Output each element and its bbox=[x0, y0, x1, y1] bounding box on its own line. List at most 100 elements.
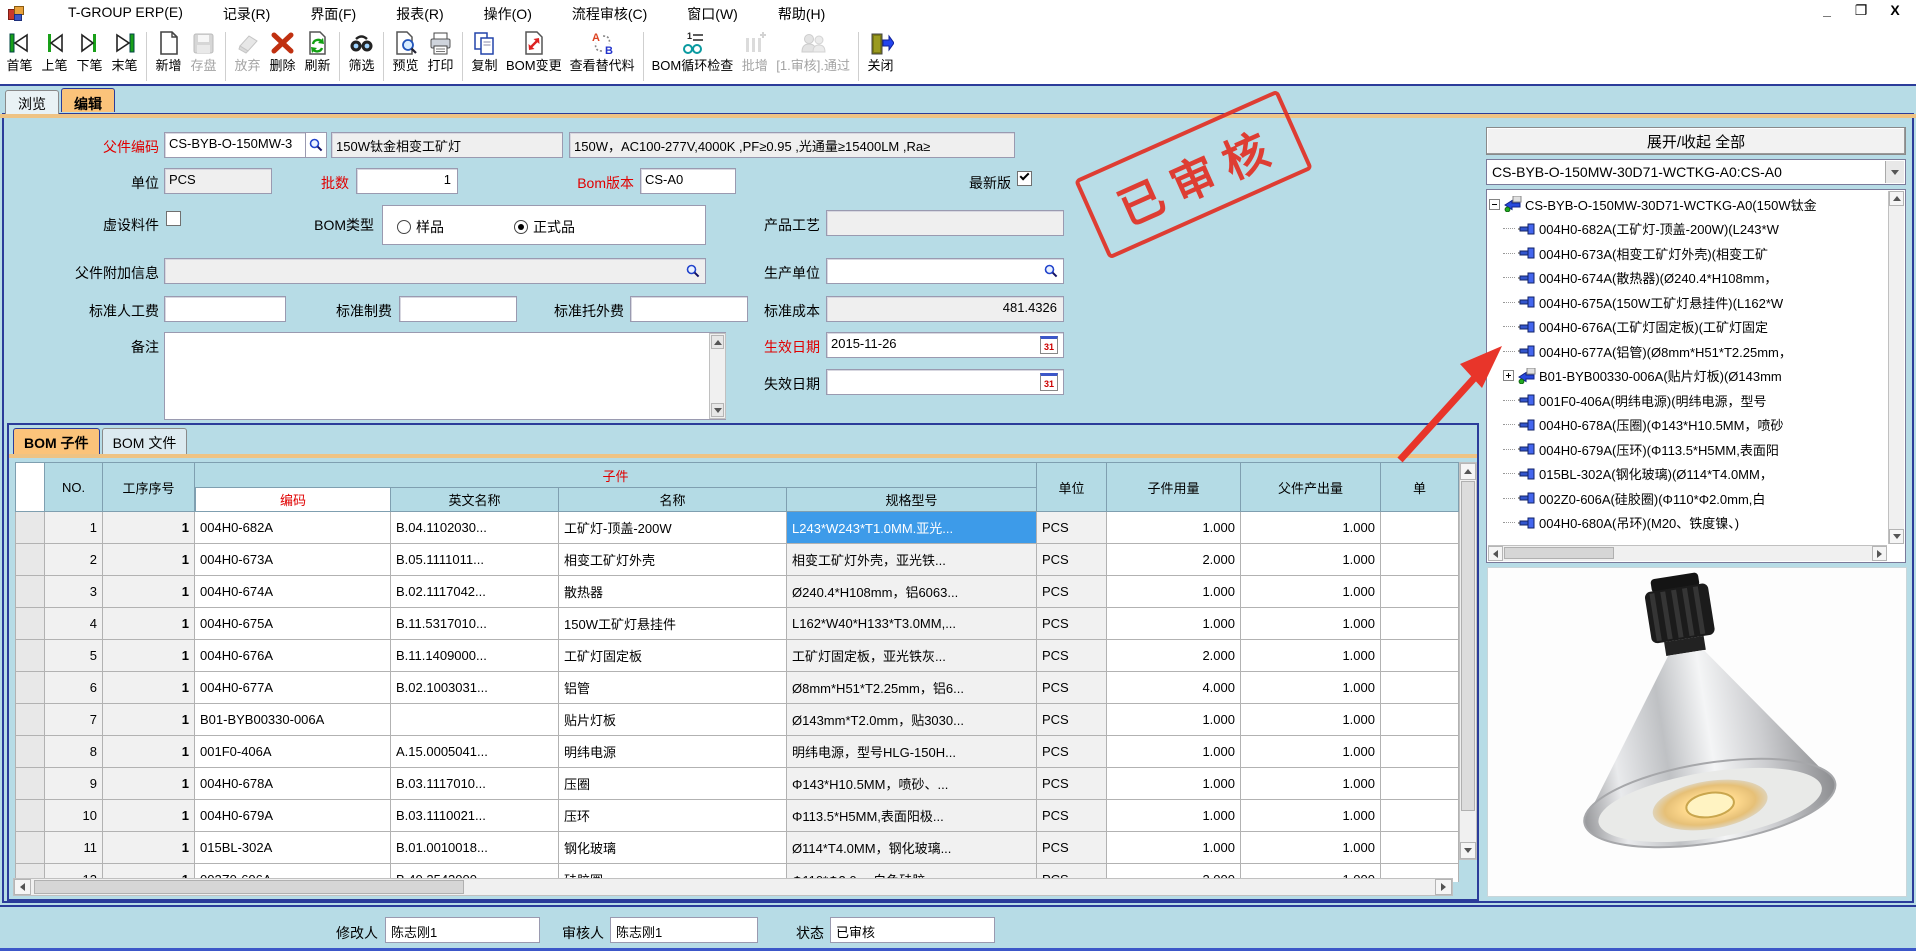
cell-out[interactable]: 1.000 bbox=[1241, 512, 1381, 544]
cell-seq[interactable]: 1 bbox=[103, 672, 195, 704]
cell-name[interactable]: 明纬电源 bbox=[559, 736, 787, 768]
cell-code[interactable]: 004H0-673A bbox=[195, 544, 391, 576]
column-header[interactable]: 单位 bbox=[1037, 462, 1107, 512]
cell-spec[interactable]: Φ143*H10.5MM，喷砂、... bbox=[787, 768, 1037, 800]
toolbar-button-print[interactable]: 打印 bbox=[423, 29, 458, 84]
cell-extra[interactable] bbox=[1381, 704, 1459, 736]
menu-item-2[interactable]: 界面(F) bbox=[290, 0, 376, 28]
cell-qty[interactable]: 4.000 bbox=[1107, 672, 1241, 704]
cell-out[interactable]: 1.000 bbox=[1241, 608, 1381, 640]
cell-sel[interactable] bbox=[15, 608, 45, 640]
cell-out[interactable]: 1.000 bbox=[1241, 576, 1381, 608]
cell-unit[interactable]: PCS bbox=[1037, 736, 1107, 768]
cell-en[interactable]: B.03.1110021... bbox=[391, 800, 559, 832]
batch-field[interactable]: 1 bbox=[356, 168, 458, 194]
cell-seq[interactable]: 1 bbox=[103, 544, 195, 576]
cell-extra[interactable] bbox=[1381, 832, 1459, 864]
cell-no[interactable]: 8 bbox=[45, 736, 103, 768]
tree-item[interactable]: 002Z0-606A(硅胶圈)(Φ110*Φ2.0mm,白 bbox=[1489, 486, 1887, 511]
cell-unit[interactable]: PCS bbox=[1037, 704, 1107, 736]
table-horizontal-scrollbar[interactable] bbox=[13, 878, 1453, 896]
tree-horizontal-scrollbar[interactable] bbox=[1488, 545, 1887, 561]
scroll-left-icon[interactable] bbox=[14, 879, 31, 895]
toolbar-button-prev-record[interactable]: 上笔 bbox=[37, 29, 72, 84]
cell-seq[interactable]: 1 bbox=[103, 704, 195, 736]
cell-no[interactable]: 7 bbox=[45, 704, 103, 736]
parent-extra-search-button[interactable] bbox=[682, 260, 704, 282]
tree-item[interactable]: 004H0-674A(散热器)(Ø240.4*H108mm， bbox=[1489, 266, 1887, 291]
cell-no[interactable]: 10 bbox=[45, 800, 103, 832]
cell-spec[interactable]: Ø143mm*T2.0mm，贴3030... bbox=[787, 704, 1037, 736]
cell-no[interactable]: 4 bbox=[45, 608, 103, 640]
scrollbar-thumb[interactable] bbox=[34, 880, 464, 894]
toolbar-button-delete[interactable]: 删除 bbox=[265, 29, 300, 84]
tree-item[interactable]: B01-BYB00330-006A(贴片灯板)(Ø143mm bbox=[1489, 364, 1887, 389]
cell-en[interactable]: B.02.1117042... bbox=[391, 576, 559, 608]
column-header[interactable]: 名称 bbox=[559, 487, 787, 512]
toolbar-button-bom-change[interactable]: BOM变更 bbox=[502, 29, 566, 84]
cell-name[interactable]: 压圈 bbox=[559, 768, 787, 800]
scroll-down-icon[interactable] bbox=[1889, 529, 1904, 544]
scroll-up-icon[interactable] bbox=[1889, 191, 1904, 206]
cell-name[interactable]: 钢化玻璃 bbox=[559, 832, 787, 864]
cell-unit[interactable]: PCS bbox=[1037, 832, 1107, 864]
tree-item[interactable]: 001F0-406A(明纬电源)(明纬电源，型号 bbox=[1489, 388, 1887, 413]
view-tab-inactive[interactable]: 浏览 bbox=[5, 90, 59, 114]
cell-sel[interactable] bbox=[15, 768, 45, 800]
cell-sel[interactable] bbox=[15, 544, 45, 576]
menu-item-0[interactable]: T-GROUP ERP(E) bbox=[48, 0, 203, 28]
tree-item[interactable]: 004H0-682A(工矿灯-顶盖-200W)(L243*W bbox=[1489, 217, 1887, 242]
cell-qty[interactable]: 2.000 bbox=[1107, 640, 1241, 672]
cell-sel[interactable] bbox=[15, 832, 45, 864]
cell-extra[interactable] bbox=[1381, 512, 1459, 544]
cell-en[interactable]: B.02.1003031... bbox=[391, 672, 559, 704]
effective-date-field[interactable]: 2015-11-26 bbox=[826, 332, 1064, 358]
cell-en[interactable]: B.03.1117010... bbox=[391, 768, 559, 800]
cell-code[interactable]: 004H0-682A bbox=[195, 512, 391, 544]
menu-item-4[interactable]: 操作(O) bbox=[464, 0, 552, 28]
scroll-up-icon[interactable] bbox=[1460, 463, 1476, 480]
cell-code[interactable]: B01-BYB00330-006A bbox=[195, 704, 391, 736]
cell-no[interactable]: 6 bbox=[45, 672, 103, 704]
scroll-down-icon[interactable] bbox=[1460, 842, 1476, 859]
cell-out[interactable]: 1.000 bbox=[1241, 640, 1381, 672]
cell-en[interactable] bbox=[391, 704, 559, 736]
cell-name[interactable]: 散热器 bbox=[559, 576, 787, 608]
minimize-button[interactable]: _ bbox=[1818, 2, 1836, 19]
collapse-icon[interactable] bbox=[1489, 199, 1500, 210]
cell-seq[interactable]: 1 bbox=[103, 768, 195, 800]
std-make-field[interactable] bbox=[399, 296, 517, 322]
cell-unit[interactable]: PCS bbox=[1037, 576, 1107, 608]
cell-seq[interactable]: 1 bbox=[103, 512, 195, 544]
cell-qty[interactable]: 1.000 bbox=[1107, 768, 1241, 800]
cell-qty[interactable]: 1.000 bbox=[1107, 736, 1241, 768]
cell-out[interactable]: 1.000 bbox=[1241, 544, 1381, 576]
tree-item[interactable]: 015BL-302A(钢化玻璃)(Ø114*T4.0MM， bbox=[1489, 462, 1887, 487]
scroll-left-icon[interactable] bbox=[1488, 546, 1503, 561]
effective-date-picker-button[interactable]: 31 bbox=[1040, 336, 1058, 354]
cell-en[interactable]: B.11.5317010... bbox=[391, 608, 559, 640]
cell-spec[interactable]: 相变工矿灯外壳，亚光铁... bbox=[787, 544, 1037, 576]
cell-name[interactable]: 工矿灯固定板 bbox=[559, 640, 787, 672]
cell-out[interactable]: 1.000 bbox=[1241, 800, 1381, 832]
std-outsource-field[interactable] bbox=[630, 296, 748, 322]
cell-spec[interactable]: L162*W40*H133*T3.0MM,... bbox=[787, 608, 1037, 640]
cell-unit[interactable]: PCS bbox=[1037, 544, 1107, 576]
toolbar-button-preview[interactable]: 预览 bbox=[388, 29, 423, 84]
cell-sel[interactable] bbox=[15, 672, 45, 704]
latest-version-checkbox[interactable] bbox=[1017, 171, 1032, 186]
tree-item[interactable]: 004H0-673A(相变工矿灯外壳)(相变工矿 bbox=[1489, 241, 1887, 266]
toolbar-button-last-record[interactable]: 末笔 bbox=[107, 29, 142, 84]
toolbar-button-bom-loop[interactable]: 1BOM循环检查 bbox=[648, 29, 738, 84]
cell-out[interactable]: 1.000 bbox=[1241, 704, 1381, 736]
remark-scrollbar[interactable] bbox=[709, 333, 726, 419]
remark-textarea[interactable] bbox=[164, 332, 726, 420]
cell-code[interactable]: 004H0-677A bbox=[195, 672, 391, 704]
column-header[interactable]: NO. bbox=[45, 462, 103, 512]
cell-qty[interactable]: 1.000 bbox=[1107, 608, 1241, 640]
cell-name[interactable]: 工矿灯-顶盖-200W bbox=[559, 512, 787, 544]
parent-code-search-button[interactable] bbox=[305, 132, 327, 158]
scrollbar-thumb[interactable] bbox=[1461, 481, 1475, 811]
cell-qty[interactable]: 2.000 bbox=[1107, 544, 1241, 576]
cell-name[interactable]: 铝管 bbox=[559, 672, 787, 704]
